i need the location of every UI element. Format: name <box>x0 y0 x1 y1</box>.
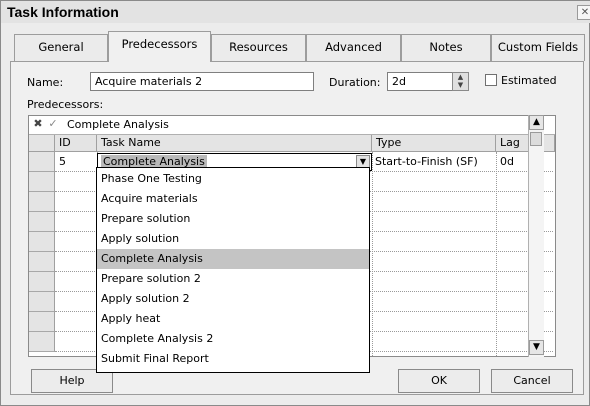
tab-resources[interactable]: Resources <box>211 34 306 61</box>
column-divider <box>372 152 373 356</box>
row-header[interactable] <box>29 312 55 332</box>
column-divider <box>496 152 497 356</box>
row-header[interactable] <box>29 252 55 272</box>
row-header[interactable] <box>29 292 55 312</box>
dropdown-option[interactable]: Complete Analysis 2 <box>97 329 369 349</box>
edit-bar-value[interactable]: Complete Analysis <box>67 118 169 131</box>
row-header[interactable] <box>29 232 55 252</box>
column-header-task-name[interactable]: Task Name <box>97 135 372 152</box>
row-header[interactable] <box>29 332 55 352</box>
spin-down-icon[interactable]: ▼ <box>453 81 468 89</box>
dropdown-option[interactable]: Apply solution 2 <box>97 289 369 309</box>
duration-field[interactable]: 2d <box>387 72 453 91</box>
column-header-lag[interactable]: Lag <box>496 135 555 152</box>
dropdown-option-selected[interactable]: Complete Analysis <box>97 249 369 269</box>
row-id-cell[interactable]: 5 <box>59 153 66 171</box>
window-title: Task Information <box>7 4 119 20</box>
corner-header <box>29 135 55 152</box>
dropdown-option[interactable]: Apply heat <box>97 309 369 329</box>
spin-up-icon[interactable]: ▲ <box>453 73 468 81</box>
tab-predecessors[interactable]: Predecessors <box>108 31 211 62</box>
task-name-dropdown[interactable]: Phase One Testing Acquire materials Prep… <box>96 167 370 373</box>
duration-label: Duration: <box>329 76 381 89</box>
tab-advanced[interactable]: Advanced <box>306 34 401 61</box>
accept-edit-icon[interactable]: ✓ <box>47 118 59 130</box>
tab-custom-fields[interactable]: Custom Fields <box>491 34 585 61</box>
dropdown-option[interactable]: Acquire materials <box>97 189 369 209</box>
row-header[interactable] <box>29 192 55 212</box>
column-header-type[interactable]: Type <box>372 135 496 152</box>
dropdown-option[interactable]: Apply solution <box>97 229 369 249</box>
scroll-up-icon[interactable]: ▲ <box>529 115 544 130</box>
row-header[interactable] <box>29 152 55 172</box>
cancel-button[interactable]: Cancel <box>491 369 573 393</box>
duration-spinner[interactable]: ▲ ▼ <box>452 72 469 91</box>
cancel-edit-icon[interactable]: ✖ <box>32 118 44 130</box>
grid-scrollbar[interactable]: ▲ ▼ <box>528 115 544 357</box>
row-header[interactable] <box>29 172 55 192</box>
dropdown-option[interactable]: Prepare solution <box>97 209 369 229</box>
ok-button[interactable]: OK <box>398 369 480 393</box>
title-bar: Task Information ✕ <box>1 1 590 23</box>
name-label: Name: <box>27 76 64 89</box>
row-header[interactable] <box>29 272 55 292</box>
estimated-label: Estimated <box>501 74 557 87</box>
grid-edit-bar: ✖ ✓ Complete Analysis <box>29 116 555 135</box>
predecessors-label: Predecessors: <box>27 98 104 111</box>
column-header-id[interactable]: ID <box>55 135 97 152</box>
dropdown-option[interactable]: Phase One Testing <box>97 169 369 189</box>
task-information-dialog: Task Information ✕ General Predecessors … <box>0 0 590 406</box>
scroll-thumb[interactable] <box>530 132 542 146</box>
dropdown-option[interactable]: Prepare solution 2 <box>97 269 369 289</box>
tab-general[interactable]: General <box>14 34 108 61</box>
type-cell[interactable]: Start-to-Finish (SF) <box>375 153 478 171</box>
scroll-down-icon[interactable]: ▼ <box>529 340 544 355</box>
lag-cell[interactable]: 0d <box>500 153 514 171</box>
name-field[interactable]: Acquire materials 2 <box>90 72 314 91</box>
close-button[interactable]: ✕ <box>577 5 590 20</box>
dropdown-option[interactable]: Submit Final Report <box>97 349 369 369</box>
tab-notes[interactable]: Notes <box>401 34 491 61</box>
row-header[interactable] <box>29 212 55 232</box>
estimated-checkbox[interactable] <box>485 74 497 86</box>
